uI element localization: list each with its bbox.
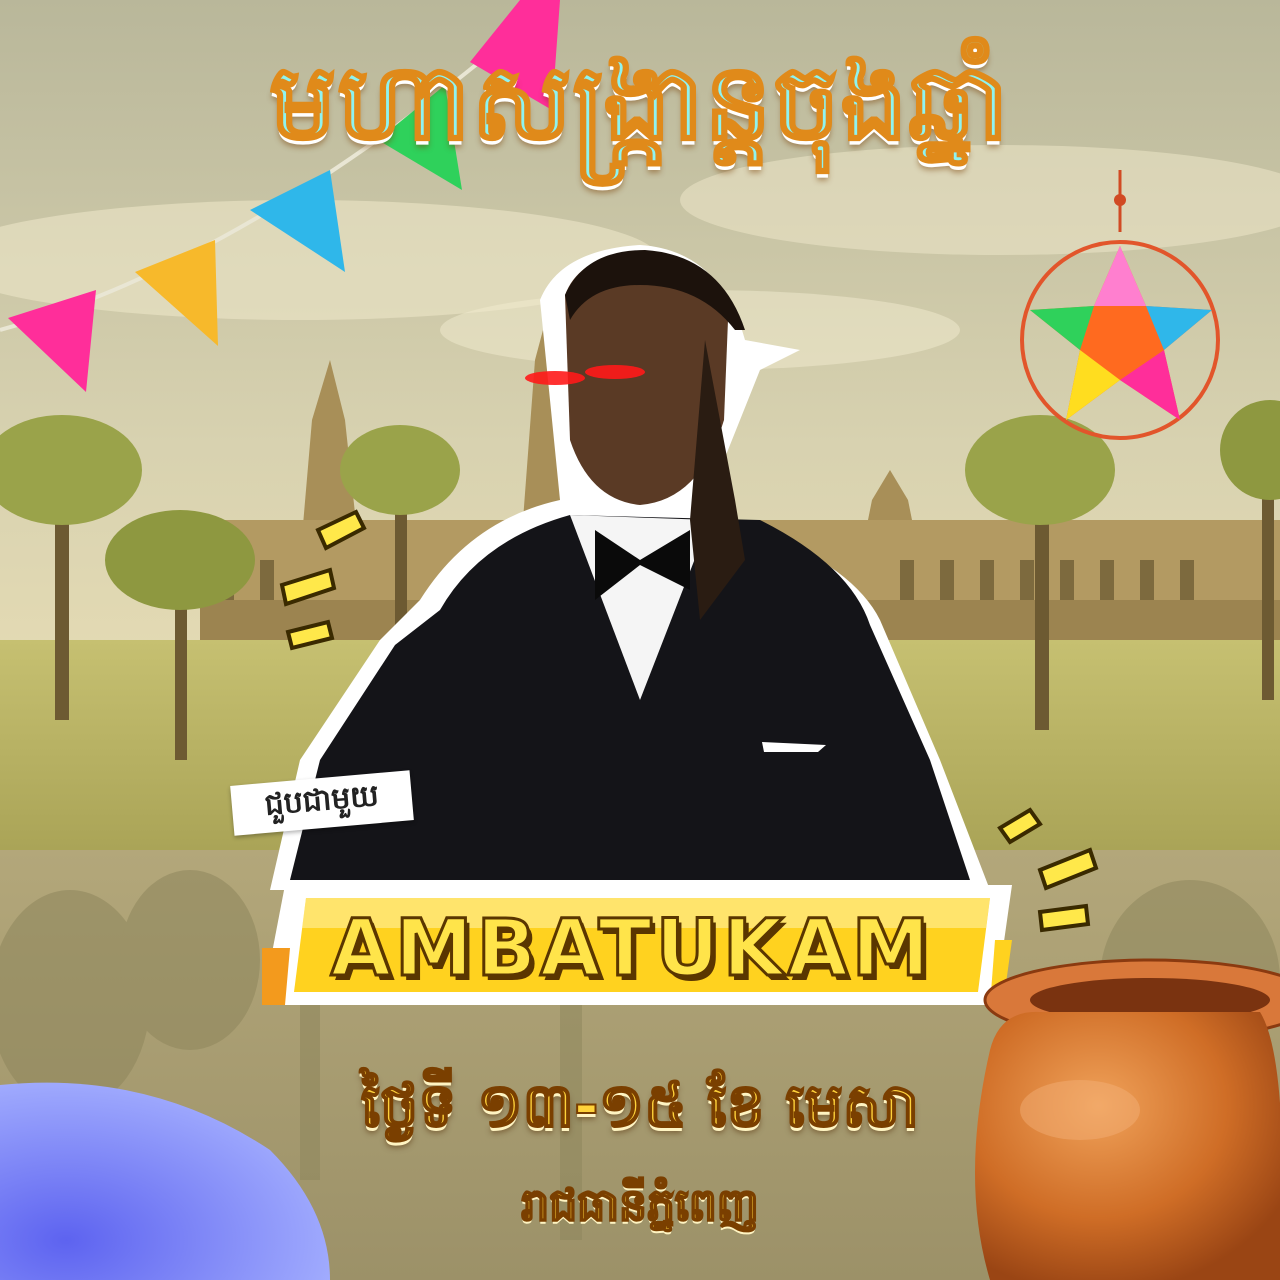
event-date: ថ្ងៃទី ១៣-១៥ ខែ មេសា bbox=[360, 1070, 920, 1142]
page-title: មហាសង្រ្កាន្តចុងឆ្នាំ bbox=[268, 40, 1011, 165]
tagline-text: ជួបជាមួយ bbox=[263, 778, 381, 823]
new-year-poster: មហាសង្រ្កាន្តចុងឆ្នាំ ជួបជាមួយ AMBATUKAM… bbox=[0, 0, 1280, 1280]
event-venue: រាជធានីភ្នំពេញ bbox=[520, 1179, 759, 1232]
performer-name: AMBATUKAM bbox=[329, 903, 934, 996]
